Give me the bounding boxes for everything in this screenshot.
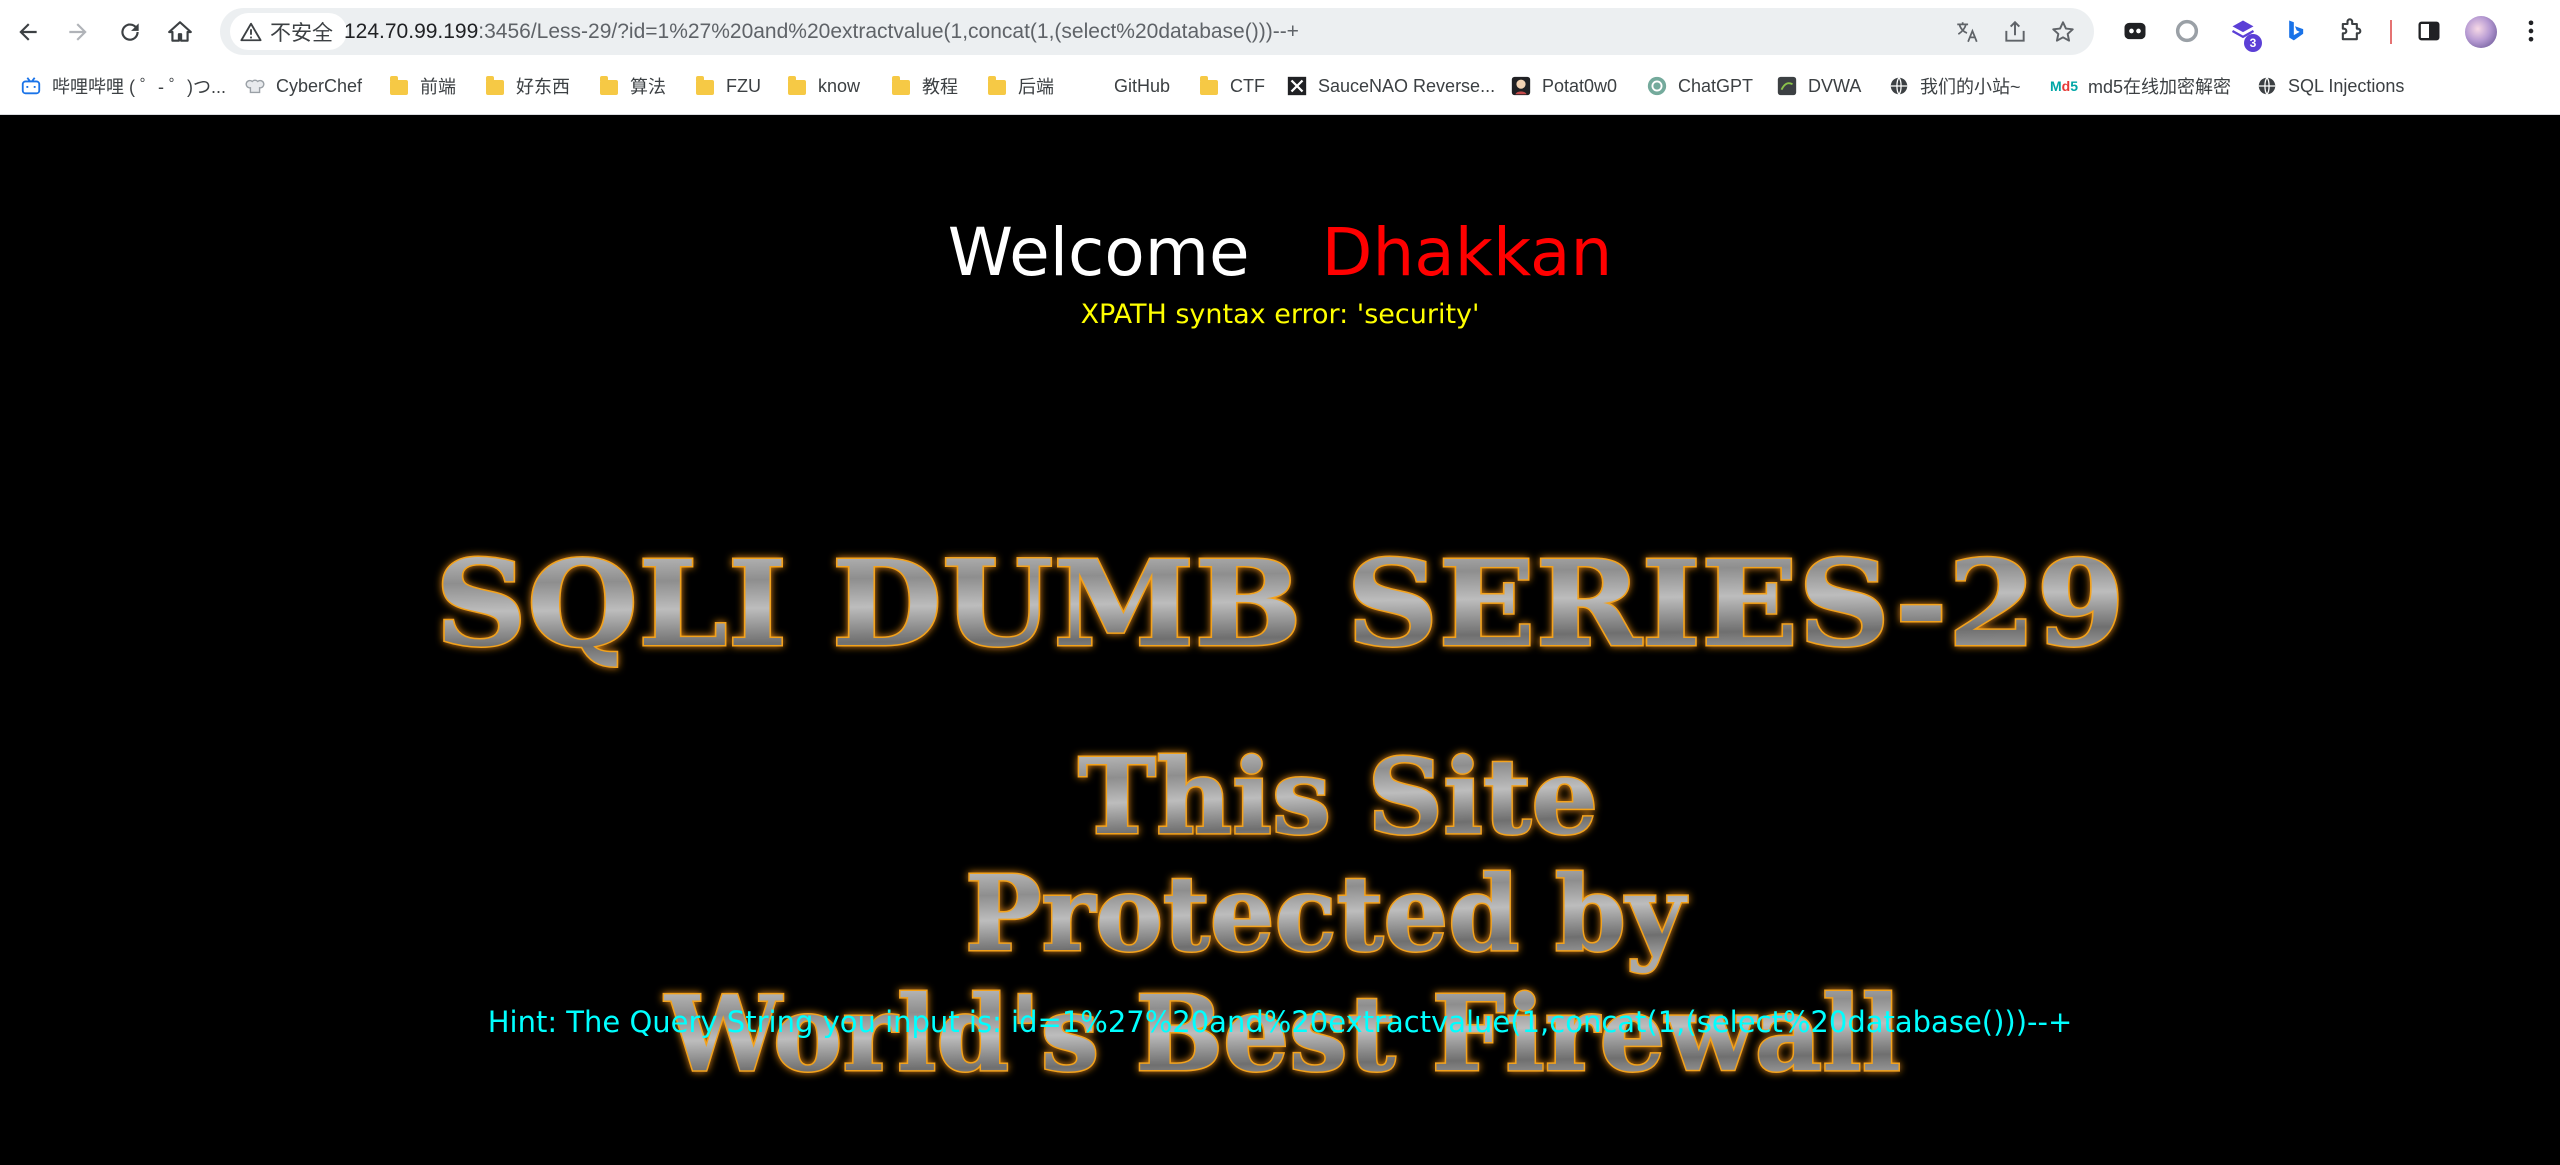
folder-icon xyxy=(598,75,620,97)
bookmark-label: DVWA xyxy=(1808,75,1862,96)
bookmark-label: 哔哩哔哩 ( ゜- ゜)つ... xyxy=(52,77,226,97)
saucenao-icon xyxy=(1286,75,1308,97)
reload-button[interactable] xyxy=(110,12,150,52)
profile-avatar[interactable] xyxy=(2465,16,2497,48)
potato-icon xyxy=(1510,75,1532,97)
url-text[interactable]: 124.70.99.199:3456/Less-29/?id=1%27%20an… xyxy=(344,8,1299,55)
bookmark-folder-ctf[interactable]: CTF xyxy=(1198,70,1265,102)
folder-icon xyxy=(786,75,808,97)
bookmark-label: 我们的小站~ xyxy=(1920,77,2021,97)
home-icon xyxy=(168,21,192,42)
banner-title: SQLI DUMB SERIES-29 xyxy=(435,534,2125,673)
bookmark-label: 好东西 xyxy=(516,77,570,97)
warning-triangle-icon xyxy=(240,22,262,41)
md5-icon: Md5 xyxy=(2049,78,2079,94)
chef-hat-icon xyxy=(244,75,266,97)
folder-icon xyxy=(694,75,716,97)
chatgpt-icon xyxy=(1646,75,1668,97)
extensions-puzzle-icon[interactable] xyxy=(2334,14,2368,48)
bookmark-label: SauceNAO Reverse... xyxy=(1318,75,1496,96)
sql-error-message: XPATH syntax error: 'security' xyxy=(1080,299,1480,330)
bookmark-label: know xyxy=(818,75,861,96)
bookmark-label: md5在线加密解密 xyxy=(2088,77,2232,97)
globe-icon xyxy=(2256,75,2278,97)
bookmark-folder-know[interactable]: know xyxy=(786,70,860,102)
folder-icon xyxy=(484,75,506,97)
bookmark-label: FZU xyxy=(726,75,761,96)
url-host: 124.70.99.199 xyxy=(344,20,479,43)
username-text: Dhakkan xyxy=(1321,214,1613,291)
back-button[interactable] xyxy=(8,12,48,52)
side-panel-icon[interactable] xyxy=(2412,14,2446,48)
share-icon[interactable] xyxy=(2002,19,2028,45)
bookmark-label: SQL Injections xyxy=(2288,75,2405,96)
bookmark-folder-backend[interactable]: 后端 xyxy=(986,70,1054,102)
bookmark-label: GitHub xyxy=(1114,75,1171,96)
bookmark-md5[interactable]: Md5 md5在线加密解密 xyxy=(2050,70,2231,102)
bookmark-bilibili[interactable]: 哔哩哔哩 ( ゜- ゜)つ... xyxy=(20,70,226,102)
browser-chrome: 不安全 124.70.99.199:3456/Less-29/?id=1%27%… xyxy=(0,0,2560,115)
translate-icon[interactable] xyxy=(1954,19,1980,45)
folder-icon xyxy=(986,75,1008,97)
extension-badge: 3 xyxy=(2244,34,2262,52)
bookmark-folder-algorithms[interactable]: 算法 xyxy=(598,70,666,102)
bookmark-label: 前端 xyxy=(420,77,456,97)
banner-line-2: Protected by xyxy=(965,852,1688,975)
folder-icon xyxy=(388,75,410,97)
dvwa-icon xyxy=(1776,75,1798,97)
bookmark-github[interactable]: GitHub xyxy=(1082,70,1170,102)
bookmark-potat0w0[interactable]: Potat0w0 xyxy=(1510,70,1617,102)
welcome-text: Welcome xyxy=(947,214,1250,291)
reload-icon xyxy=(121,23,139,41)
page-content: Welcome Dhakkan XPATH syntax error: 'secu… xyxy=(0,115,2560,1165)
bing-icon[interactable] xyxy=(2278,14,2312,48)
bookmark-label: CTF xyxy=(1230,75,1265,96)
bookmark-label: 教程 xyxy=(922,77,958,97)
folder-icon xyxy=(890,75,912,97)
banner-image: SQLI DUMB SERIES-29 This Site Protected … xyxy=(420,415,2140,1097)
banner-line-1: This Site xyxy=(1078,735,1598,858)
bookmark-label: ChatGPT xyxy=(1678,75,1754,96)
security-indicator[interactable]: 不安全 xyxy=(230,13,347,50)
bookmark-label: 后端 xyxy=(1018,77,1054,97)
extension-circle-icon[interactable] xyxy=(2170,14,2204,48)
forward-arrow-icon xyxy=(69,23,87,41)
address-bar[interactable]: 不安全 124.70.99.199:3456/Less-29/?id=1%27%… xyxy=(220,8,2094,55)
security-label: 不安全 xyxy=(270,21,333,45)
query-hint: Hint: The Query String you input is: id=… xyxy=(487,1005,2073,1039)
bookmark-chatgpt[interactable]: ChatGPT xyxy=(1646,70,1753,102)
bookmark-our-site[interactable]: 我们的小站~ xyxy=(1888,70,2021,102)
bookmark-folder-goodstuff[interactable]: 好东西 xyxy=(484,70,570,102)
home-button[interactable] xyxy=(160,12,200,52)
bookmark-star-icon[interactable] xyxy=(2050,19,2076,45)
menu-kebab-icon[interactable] xyxy=(2514,14,2548,48)
back-arrow-icon xyxy=(19,23,37,41)
bookmark-sql-injections[interactable]: SQL Injections xyxy=(2256,70,2404,102)
toolbar-divider xyxy=(2390,20,2392,44)
welcome-heading: Welcome Dhakkan xyxy=(0,220,2560,286)
globe-icon xyxy=(1888,75,1910,97)
url-path: :3456/Less-29/?id=1%27%20and%20extractva… xyxy=(478,20,1299,43)
address-bar-actions xyxy=(1954,8,2076,55)
bookmark-folder-tutorials[interactable]: 教程 xyxy=(890,70,958,102)
bookmark-saucenao[interactable]: SauceNAO Reverse... xyxy=(1286,70,1495,102)
bookmark-cyberchef[interactable]: CyberChef xyxy=(244,70,362,102)
extension-stack-icon[interactable]: 3 xyxy=(2226,14,2262,52)
bookmark-dvwa[interactable]: DVWA xyxy=(1776,70,1861,102)
bookmark-label: 算法 xyxy=(630,77,666,97)
extension-ghost-icon[interactable] xyxy=(2118,14,2152,48)
bookmark-folder-fzu[interactable]: FZU xyxy=(694,70,761,102)
forward-button[interactable] xyxy=(58,12,98,52)
bookmarks-bar: 哔哩哔哩 ( ゜- ゜)つ... CyberChef 前端 好东西 算法 FZU… xyxy=(0,64,2560,108)
bookmark-label: Potat0w0 xyxy=(1542,75,1618,96)
bilibili-icon xyxy=(20,75,42,97)
bookmark-label: CyberChef xyxy=(276,75,363,96)
bookmark-folder-frontend[interactable]: 前端 xyxy=(388,70,456,102)
folder-icon xyxy=(1198,75,1220,97)
github-icon xyxy=(1082,75,1104,97)
browser-toolbar: 不安全 124.70.99.199:3456/Less-29/?id=1%27%… xyxy=(0,0,2560,64)
